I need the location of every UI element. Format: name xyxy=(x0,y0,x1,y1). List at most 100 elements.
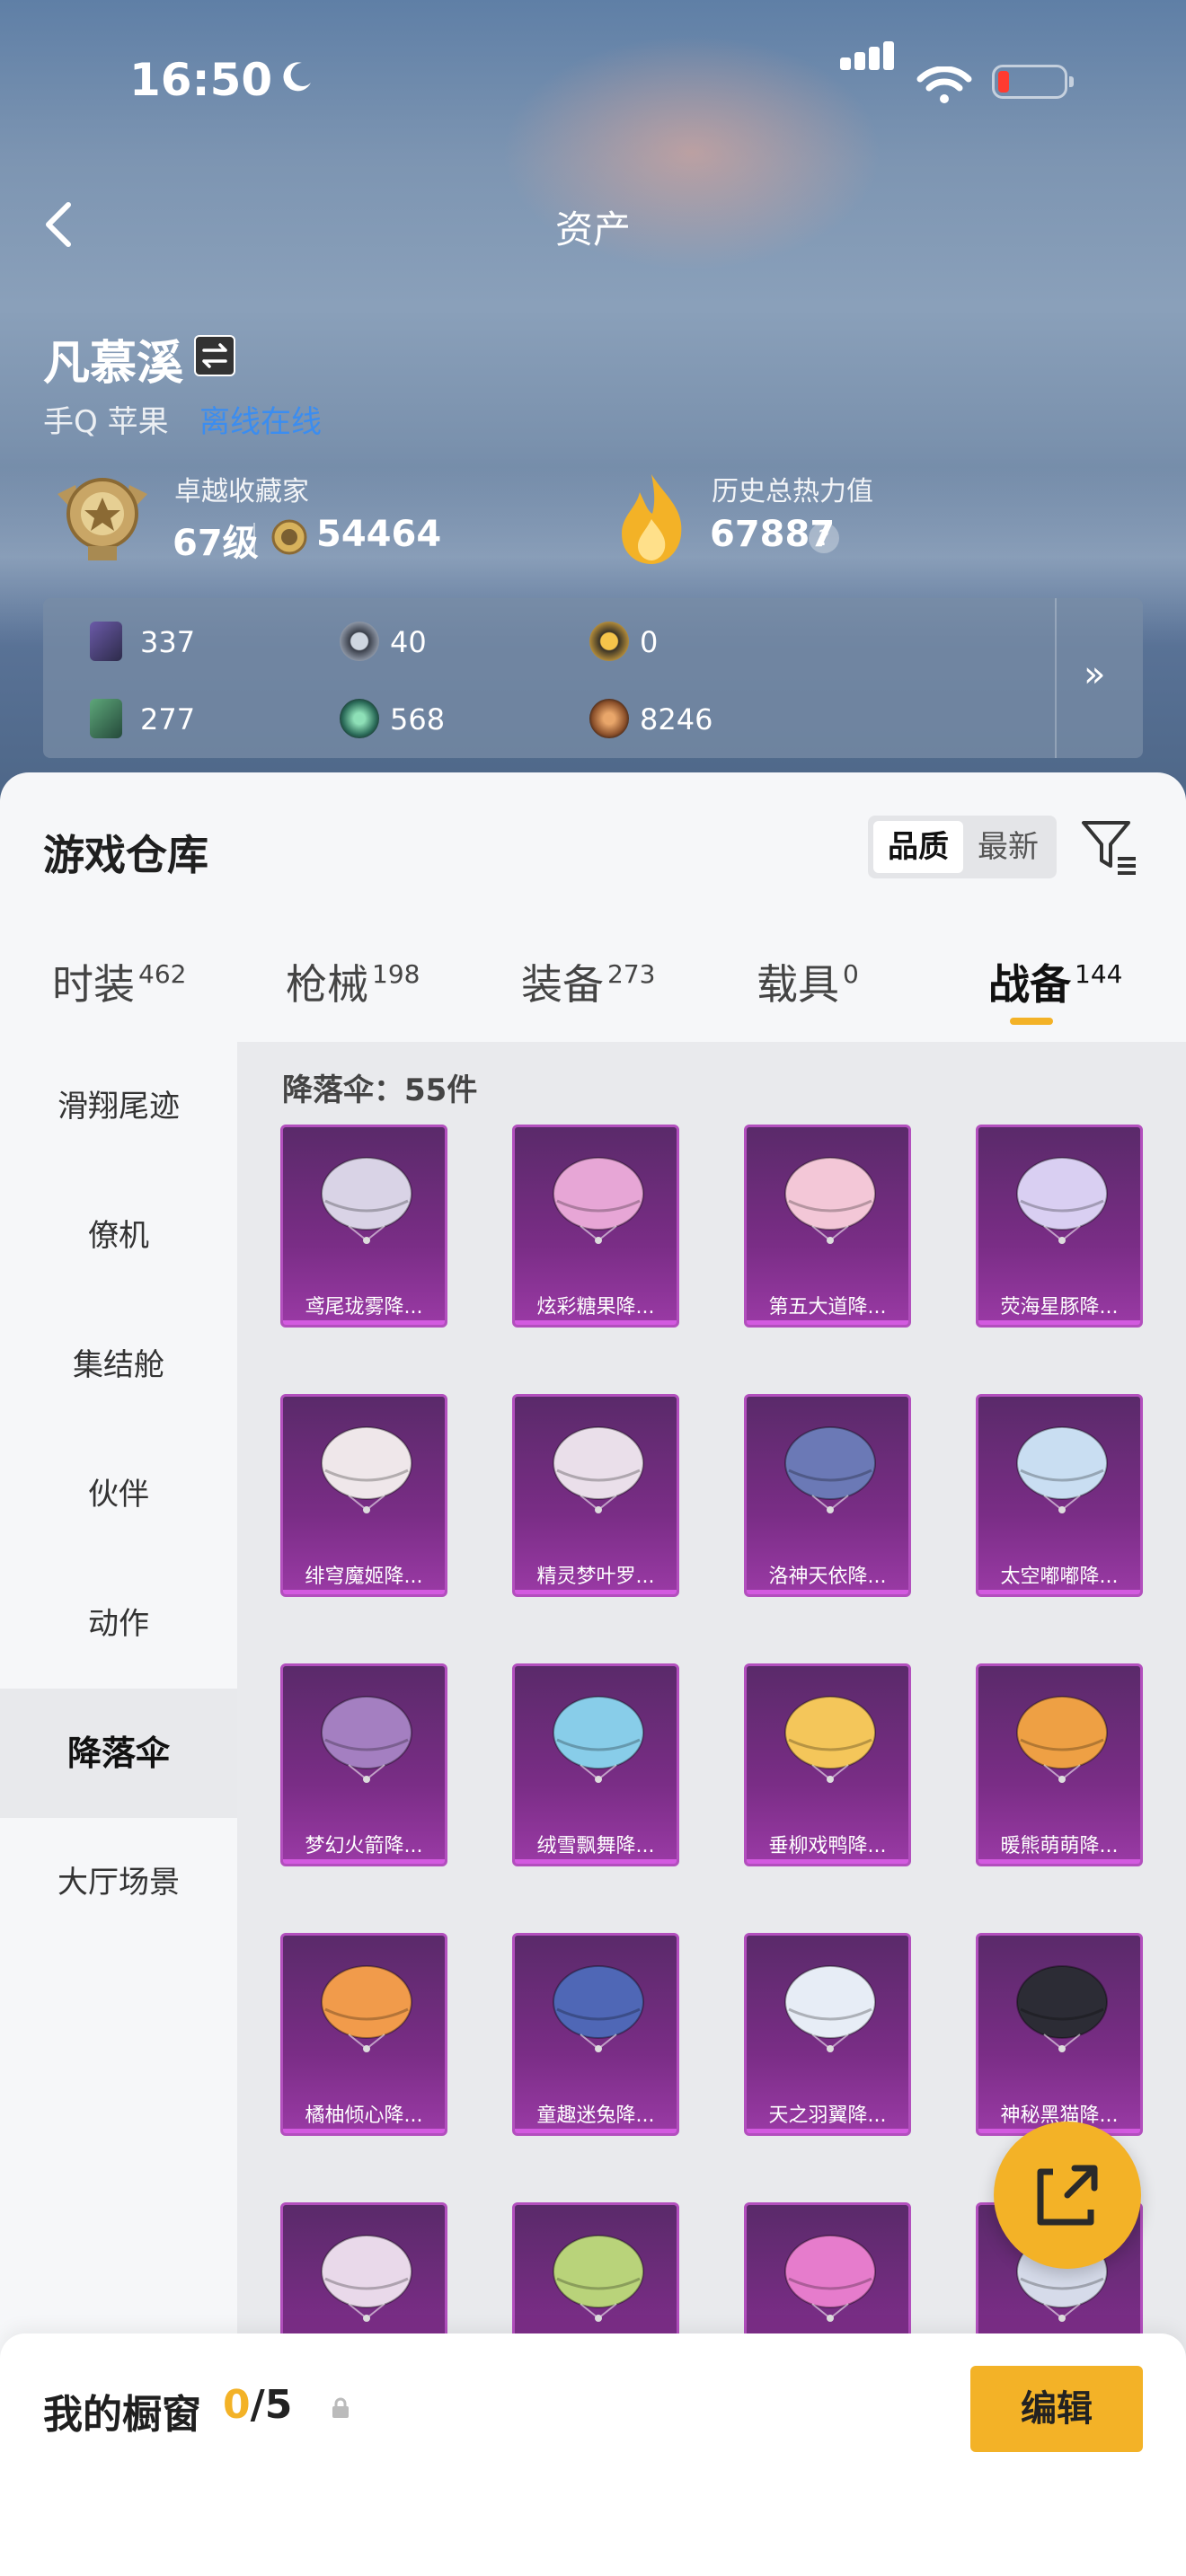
parachute-card[interactable]: 垂柳戏鸭降... xyxy=(744,1663,911,1866)
heat-label: 历史总热力值 xyxy=(712,476,873,507)
help-icon[interactable]: ? xyxy=(809,523,839,553)
parachute-card[interactable]: 天之羽翼降... xyxy=(744,1933,911,2136)
parachute-icon xyxy=(553,1157,644,1244)
parachute-icon xyxy=(321,2235,412,2322)
page-title: 资产 xyxy=(554,207,631,251)
filter-icon[interactable] xyxy=(1078,814,1141,878)
parachute-icon xyxy=(553,2235,644,2322)
parachute-name: 炫彩糖果降... xyxy=(536,1296,655,1319)
parachute-card[interactable]: 洛神天依降... xyxy=(744,1394,911,1597)
card-green-icon xyxy=(90,699,122,738)
parachute-icon xyxy=(1016,1965,1108,2052)
double-chevron-right-icon: » xyxy=(1084,654,1106,695)
rarity-bar xyxy=(515,1320,677,1325)
parachute-icon xyxy=(321,1696,412,1783)
parachute-name: 太空嘟嘟降... xyxy=(1000,1566,1119,1588)
status-bar: 16:50 xyxy=(0,41,1186,117)
parachute-card[interactable]: 太空嘟嘟降... xyxy=(976,1394,1143,1597)
parachute-card[interactable]: 橘柚倾心降... xyxy=(280,1933,447,2136)
parachute-card[interactable]: 炫彩糖果降... xyxy=(512,1125,679,1328)
sidebar-item-wingman[interactable]: 僚机 xyxy=(0,1171,237,1301)
rarity-bar xyxy=(978,1590,1140,1594)
rarity-bar xyxy=(978,1320,1140,1325)
parachute-card[interactable]: 第五大道降... xyxy=(744,1125,911,1328)
sidebar-item-lobby-scene[interactable]: 大厅场景 xyxy=(0,1818,237,1947)
showcase-count: 0/5 xyxy=(223,2382,293,2428)
share-button[interactable] xyxy=(994,2122,1141,2269)
rarity-bar xyxy=(747,1859,908,1864)
parachute-icon xyxy=(784,1426,876,1513)
card-purple-icon xyxy=(90,622,122,661)
edit-button[interactable]: 编辑 xyxy=(970,2366,1143,2452)
parachute-icon xyxy=(553,1426,644,1513)
orb-bronze-icon xyxy=(589,699,629,738)
parachute-card[interactable]: 神秘黑猫降... xyxy=(976,1933,1143,2136)
rarity-bar xyxy=(515,2129,677,2133)
rarity-bar xyxy=(747,1590,908,1594)
parachute-card[interactable]: 梦幻火箭降... xyxy=(280,1663,447,1866)
sort-toggle: 品质 最新 xyxy=(868,816,1057,878)
rarity-bar xyxy=(515,1590,677,1594)
coin-value: 54464 xyxy=(316,514,442,555)
parachute-icon xyxy=(553,1965,644,2052)
online-status: 离线在线 xyxy=(199,404,322,440)
parachute-name: 精灵梦叶罗... xyxy=(536,1566,655,1588)
parachute-name: 垂柳戏鸭降... xyxy=(768,1835,887,1857)
resource-panel: 337 40 0 277 568 8246 » xyxy=(43,598,1143,758)
rarity-bar xyxy=(515,1859,677,1864)
coin-gold-icon xyxy=(589,622,629,661)
parachute-card[interactable]: 暖熊萌萌降... xyxy=(976,1663,1143,1866)
divider xyxy=(253,523,255,555)
parachute-name: 绒雪飘舞降... xyxy=(536,1835,655,1857)
parachute-name: 天之羽翼降... xyxy=(768,2104,887,2127)
parachute-icon xyxy=(553,1696,644,1783)
tab-vehicles[interactable]: 载具 0 xyxy=(757,952,859,1011)
parachute-name: 梦幻火箭降... xyxy=(305,1835,423,1857)
parachute-icon xyxy=(784,2235,876,2322)
tab-equipment[interactable]: 装备 273 xyxy=(521,952,655,1011)
parachute-name: 暖熊萌萌降... xyxy=(1000,1835,1119,1857)
tab-fashion[interactable]: 时装 462 xyxy=(52,952,186,1011)
parachute-card[interactable]: 绯穹魔姬降... xyxy=(280,1394,447,1597)
tab-battle-gear[interactable]: 战备 144 xyxy=(988,952,1122,1011)
category-tabs: 时装 462 枪械 198 装备 273 载具 0 战备 144 xyxy=(0,952,1186,1051)
sidebar-item-companion[interactable]: 伙伴 xyxy=(0,1430,237,1559)
collector-medal-icon xyxy=(58,478,147,560)
level-value: 67级 xyxy=(173,523,259,564)
lock-icon xyxy=(332,2397,349,2418)
rarity-bar xyxy=(283,1859,445,1864)
sidebar-item-emote[interactable]: 动作 xyxy=(0,1559,237,1689)
active-tab-indicator xyxy=(1010,1018,1053,1025)
sort-latest-button[interactable]: 最新 xyxy=(963,821,1053,873)
tab-guns[interactable]: 枪械 198 xyxy=(286,952,420,1011)
sidebar-item-assembly-pod[interactable]: 集结舱 xyxy=(0,1301,237,1430)
parachute-card[interactable]: 绒雪飘舞降... xyxy=(512,1663,679,1866)
sidebar-item-parachute[interactable]: 降落伞 xyxy=(0,1689,237,1818)
parachute-name: 绯穹魔姬降... xyxy=(305,1566,423,1588)
parachute-icon xyxy=(1016,1157,1108,1244)
sort-quality-button[interactable]: 品质 xyxy=(873,821,963,873)
showcase-bar: 我的橱窗 0/5 编辑 xyxy=(0,2333,1186,2576)
parachute-card[interactable]: 荧海星豚降... xyxy=(976,1125,1143,1328)
rarity-bar xyxy=(747,2129,908,2133)
parachute-card[interactable]: 精灵梦叶罗... xyxy=(512,1394,679,1597)
flame-icon xyxy=(622,474,682,564)
coin-icon xyxy=(271,519,307,555)
sidebar-item-glide-trail[interactable]: 滑翔尾迹 xyxy=(0,1042,237,1171)
status-time: 16:50 xyxy=(129,54,273,106)
switch-account-icon[interactable] xyxy=(194,335,235,376)
item-count: 降落伞：55件 xyxy=(282,1072,478,1108)
resources-more-button[interactable]: » xyxy=(1055,598,1145,758)
parachute-icon xyxy=(784,1696,876,1783)
warehouse-title: 游戏仓库 xyxy=(43,831,208,879)
parachute-card[interactable]: 鸢尾珑雾降... xyxy=(280,1125,447,1328)
parachute-icon xyxy=(1016,1426,1108,1513)
parachute-name: 洛神天依降... xyxy=(768,1566,887,1588)
showcase-title: 我的橱窗 xyxy=(43,2392,201,2438)
rarity-bar xyxy=(283,1590,445,1594)
parachute-icon xyxy=(784,1157,876,1244)
rarity-bar xyxy=(283,1320,445,1325)
parachute-card[interactable]: 童趣迷兔降... xyxy=(512,1933,679,2136)
rank-label: 卓越收藏家 xyxy=(174,476,309,507)
parachute-icon xyxy=(321,1157,412,1244)
